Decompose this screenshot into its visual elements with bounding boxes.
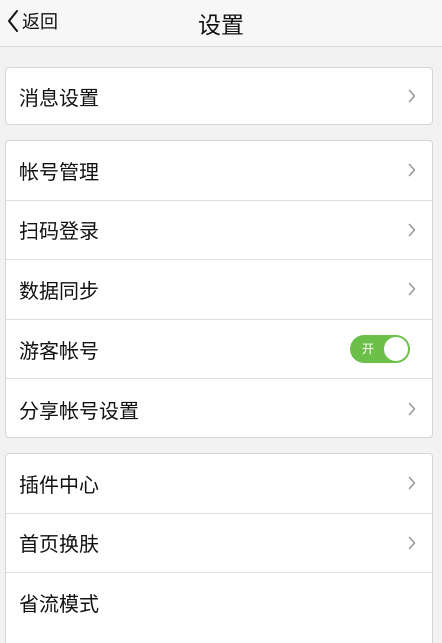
chevron-right-icon: [408, 89, 416, 103]
row-label: 首页换肤: [19, 532, 99, 557]
row-label: 省流模式: [19, 592, 99, 617]
settings-row-plugin-center[interactable]: 插件中心: [6, 454, 432, 514]
settings-row-share-account[interactable]: 分享帐号设置: [6, 379, 432, 439]
chevron-right-icon: [408, 283, 416, 296]
row-label: 帐号管理: [19, 159, 99, 184]
row-label: 插件中心: [19, 472, 99, 497]
settings-row-scan-login[interactable]: 扫码登录: [6, 201, 432, 261]
row-label: 消息设置: [19, 85, 99, 110]
row-label: 扫码登录: [19, 219, 99, 244]
settings-row-message-settings[interactable]: 消息设置: [6, 68, 432, 124]
settings-group-features: 插件中心 首页换肤 省流模式: [5, 453, 433, 643]
toggle-on-text: 开: [362, 342, 375, 357]
chevron-right-icon: [408, 402, 416, 416]
settings-group-account: 帐号管理 扫码登录 数据同步 游客帐号 开 分享帐号设置: [5, 140, 433, 438]
settings-row-guest-account: 游客帐号 开: [6, 320, 432, 380]
settings-row-home-skin[interactable]: 首页换肤: [6, 514, 432, 574]
row-label: 分享帐号设置: [19, 398, 139, 423]
chevron-right-icon: [408, 476, 416, 490]
chevron-right-icon: [408, 163, 416, 177]
page-title: 设置: [198, 13, 244, 39]
chevron-right-icon: [408, 223, 416, 237]
top-nav-bar: 返回 设置: [0, 0, 442, 47]
settings-row-data-sync[interactable]: 数据同步: [6, 260, 432, 320]
toggle-knob: [384, 337, 408, 362]
settings-row-data-saver[interactable]: 省流模式: [6, 573, 432, 633]
settings-row-account-management[interactable]: 帐号管理: [6, 141, 432, 201]
settings-group-messages: 消息设置: [5, 67, 433, 125]
chevron-right-icon: [408, 536, 416, 550]
row-label: 数据同步: [19, 278, 99, 303]
guest-account-toggle[interactable]: 开: [350, 335, 410, 364]
